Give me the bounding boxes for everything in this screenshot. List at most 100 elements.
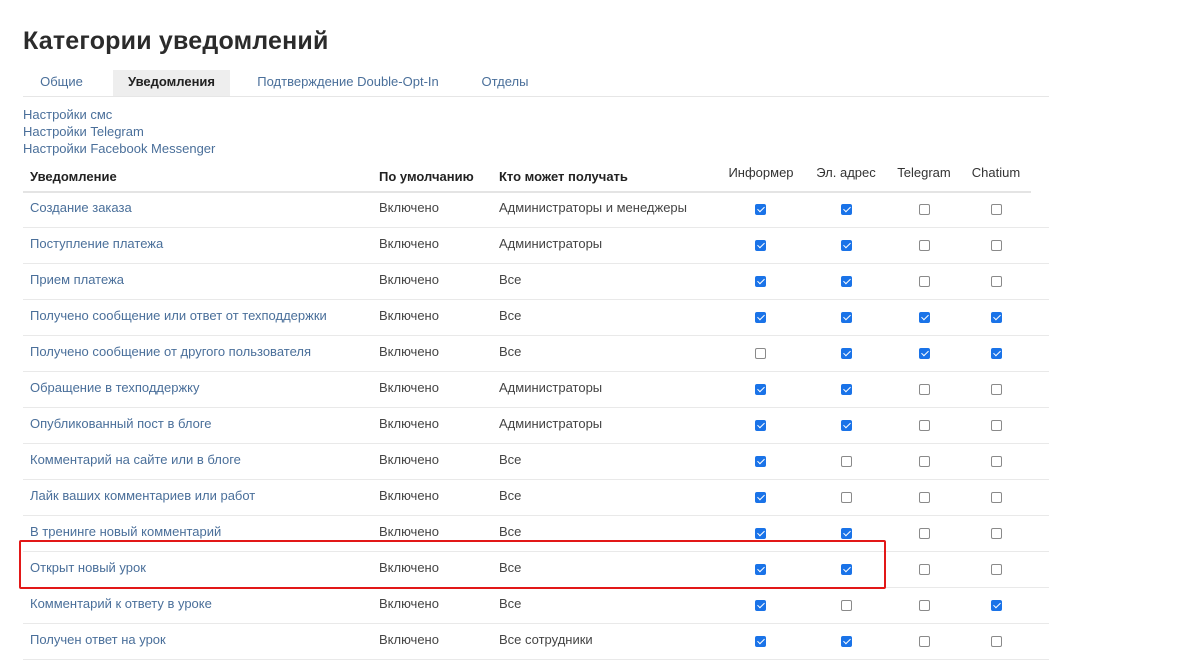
notification-name-link[interactable]: Получен ответ на урок	[30, 624, 166, 656]
chatium-checkbox[interactable]	[991, 636, 1002, 647]
informer-checkbox[interactable]	[755, 564, 766, 575]
chatium-checkbox[interactable]	[991, 240, 1002, 251]
column-header-default: По умолчанию	[379, 169, 474, 184]
informer-checkbox[interactable]	[755, 600, 766, 611]
informer-checkbox[interactable]	[755, 420, 766, 431]
informer-checkbox[interactable]	[755, 492, 766, 503]
informer-checkbox[interactable]	[755, 240, 766, 251]
default-status: Включено	[379, 632, 439, 647]
email-checkbox[interactable]	[841, 204, 852, 215]
telegram-checkbox[interactable]	[919, 204, 930, 215]
notification-name-link[interactable]: Комментарий к ответу в уроке	[30, 588, 212, 620]
notification-name-link[interactable]: Комментарий на сайте или в блоге	[30, 444, 241, 476]
telegram-checkbox[interactable]	[919, 456, 930, 467]
email-checkbox[interactable]	[841, 492, 852, 503]
tab-double-opt-in[interactable]: Подтверждение Double-Opt-In	[248, 70, 448, 96]
table-row: Получен ответ на урок Включено Все сотрудн…	[23, 624, 1049, 660]
informer-checkbox[interactable]	[755, 636, 766, 647]
default-status: Включено	[379, 524, 439, 539]
chatium-checkbox[interactable]	[991, 276, 1002, 287]
tab-departments[interactable]: Отделы	[469, 70, 541, 96]
email-checkbox[interactable]	[841, 312, 852, 323]
informer-checkbox[interactable]	[755, 456, 766, 467]
notification-name-link[interactable]: Обращение в техподдержку	[30, 372, 200, 404]
table-row: Прием платежа Включено Все	[23, 264, 1049, 300]
tab-notifications[interactable]: Уведомления	[113, 70, 230, 96]
recipients-text: Все	[499, 524, 522, 539]
email-checkbox[interactable]	[841, 528, 852, 539]
email-checkbox[interactable]	[841, 240, 852, 251]
column-header-notification: Уведомление	[30, 169, 117, 184]
email-checkbox[interactable]	[841, 636, 852, 647]
chatium-checkbox[interactable]	[991, 420, 1002, 431]
notification-name-link[interactable]: Опубликованный пост в блоге	[30, 408, 212, 440]
telegram-checkbox[interactable]	[919, 636, 930, 647]
column-header-recipients: Кто может получать	[499, 169, 628, 184]
informer-checkbox[interactable]	[755, 384, 766, 395]
telegram-checkbox[interactable]	[919, 420, 930, 431]
telegram-settings-link[interactable]: Настройки Telegram	[23, 123, 215, 140]
facebook-messenger-settings-link[interactable]: Настройки Facebook Messenger	[23, 140, 215, 157]
default-status: Включено	[379, 308, 439, 323]
informer-checkbox[interactable]	[755, 276, 766, 287]
email-checkbox[interactable]	[841, 420, 852, 431]
table-header: Уведомление По умолчанию Кто может получ…	[23, 158, 1049, 193]
informer-checkbox[interactable]	[755, 312, 766, 323]
notification-name-link[interactable]: Поступление платежа	[30, 228, 163, 260]
telegram-checkbox[interactable]	[919, 240, 930, 251]
chatium-checkbox[interactable]	[991, 312, 1002, 323]
email-checkbox[interactable]	[841, 600, 852, 611]
notification-name-link[interactable]: Создание заказа	[30, 192, 132, 224]
telegram-checkbox[interactable]	[919, 492, 930, 503]
recipients-text: Все	[499, 488, 522, 503]
chatium-checkbox[interactable]	[991, 492, 1002, 503]
telegram-checkbox[interactable]	[919, 348, 930, 359]
table-row: Комментарий к ответу в уроке Включено Все	[23, 588, 1049, 624]
notification-name-link[interactable]: Лайк ваших комментариев или работ	[30, 480, 255, 512]
notifications-table: Уведомление По умолчанию Кто может получ…	[23, 158, 1049, 660]
column-header-chatium: Chatium	[971, 165, 1021, 180]
chatium-checkbox[interactable]	[991, 348, 1002, 359]
notification-name-link[interactable]: Получено сообщение от другого пользовате…	[30, 336, 311, 368]
sms-settings-link[interactable]: Настройки смс	[23, 106, 215, 123]
telegram-checkbox[interactable]	[919, 384, 930, 395]
column-header-informer: Информер	[728, 165, 794, 180]
chatium-checkbox[interactable]	[991, 456, 1002, 467]
telegram-checkbox[interactable]	[919, 564, 930, 575]
chatium-checkbox[interactable]	[991, 528, 1002, 539]
telegram-checkbox[interactable]	[919, 600, 930, 611]
email-checkbox[interactable]	[841, 564, 852, 575]
chatium-checkbox[interactable]	[991, 384, 1002, 395]
informer-checkbox[interactable]	[755, 348, 766, 359]
telegram-checkbox[interactable]	[919, 528, 930, 539]
recipients-text: Все	[499, 344, 522, 359]
notification-name-link[interactable]: Открыт новый урок	[30, 552, 146, 584]
recipients-text: Все сотрудники	[499, 632, 593, 647]
email-checkbox[interactable]	[841, 348, 852, 359]
informer-checkbox[interactable]	[755, 528, 766, 539]
chatium-checkbox[interactable]	[991, 600, 1002, 611]
tab-bar: Общие Уведомления Подтверждение Double-O…	[23, 70, 1049, 97]
recipients-text: Все	[499, 596, 522, 611]
tab-general[interactable]: Общие	[23, 70, 100, 96]
column-header-telegram: Telegram	[897, 165, 951, 180]
email-checkbox[interactable]	[841, 384, 852, 395]
notification-name-link[interactable]: В тренинге новый комментарий	[30, 516, 221, 548]
chatium-checkbox[interactable]	[991, 204, 1002, 215]
informer-checkbox[interactable]	[755, 204, 766, 215]
recipients-text: Все	[499, 452, 522, 467]
telegram-checkbox[interactable]	[919, 312, 930, 323]
telegram-checkbox[interactable]	[919, 276, 930, 287]
email-checkbox[interactable]	[841, 456, 852, 467]
notification-name-link[interactable]: Прием платежа	[30, 264, 124, 296]
recipients-text: Администраторы	[499, 236, 603, 251]
table-row: Создание заказа Включено Администраторы и …	[23, 192, 1049, 228]
recipients-text: Администраторы	[499, 416, 603, 431]
table-row: Опубликованный пост в блоге Включено Админ…	[23, 408, 1049, 444]
table-row: Обращение в техподдержку Включено Админист…	[23, 372, 1049, 408]
notification-name-link[interactable]: Получено сообщение или ответ от техподде…	[30, 300, 327, 332]
chatium-checkbox[interactable]	[991, 564, 1002, 575]
table-row: Получено сообщение или ответ от техподде…	[23, 300, 1049, 336]
email-checkbox[interactable]	[841, 276, 852, 287]
default-status: Включено	[379, 560, 439, 575]
